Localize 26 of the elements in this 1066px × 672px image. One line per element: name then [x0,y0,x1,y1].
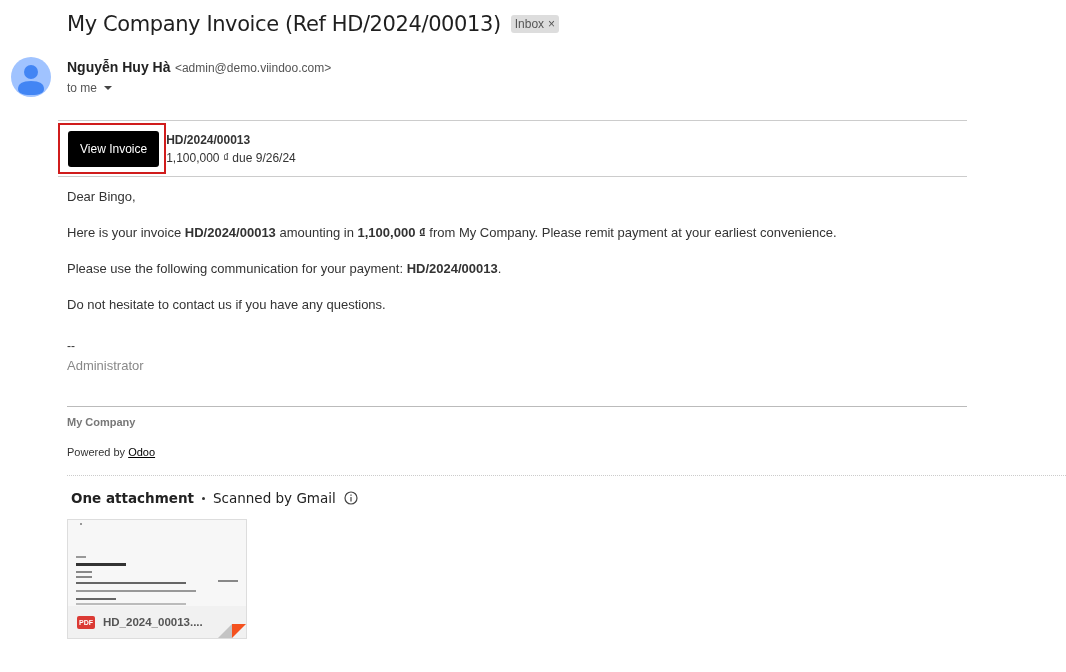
body-paragraph: Do not hesitate to contact us if you have any questions. [67,297,387,312]
scan-status: Scanned by Gmail [213,490,336,506]
dropdown-icon[interactable] [103,85,113,91]
body-paragraph: Here is your invoice HD/2024/00013 amounting in 1,100,000 ₫ from My Company. Please remit payment at your earliest convenience. [67,225,838,240]
recipient-text: to me [67,81,97,95]
email-subject: My Company Invoice (Ref HD/2024/00013) [67,12,501,36]
info-icon[interactable] [343,491,358,505]
odoo-link[interactable]: Odoo [128,446,156,458]
remove-label-button[interactable]: × [548,17,556,31]
sender-email: <admin@demo.viindoo.com> [174,61,332,75]
body-paragraph: Dear Bingo, [67,189,137,204]
signature-name: Administrator [67,357,145,375]
file-name: HD_2024_00013.... [103,616,203,628]
separator-dot [202,496,205,500]
company-name: My Company [67,416,137,428]
sender-name: Nguyễn Huy Hà [67,59,171,75]
signature-separator: -- [67,338,76,355]
view-invoice-button[interactable]: View Invoice [68,131,160,167]
powered-by-text: Powered by [67,446,126,458]
invoice-reference: HD/2024/00013 [166,131,252,149]
body-paragraph: Please use the following communication for your payment: HD/2024/00013. [67,261,503,276]
invoice-amount: 1,100,000 ₫ due 9/26/24 [166,149,296,167]
attachment-count: One attachment [71,490,194,506]
avatar-icon [11,57,51,97]
inbox-label: Inbox × [510,15,560,33]
folded-corner-icon [218,624,246,638]
